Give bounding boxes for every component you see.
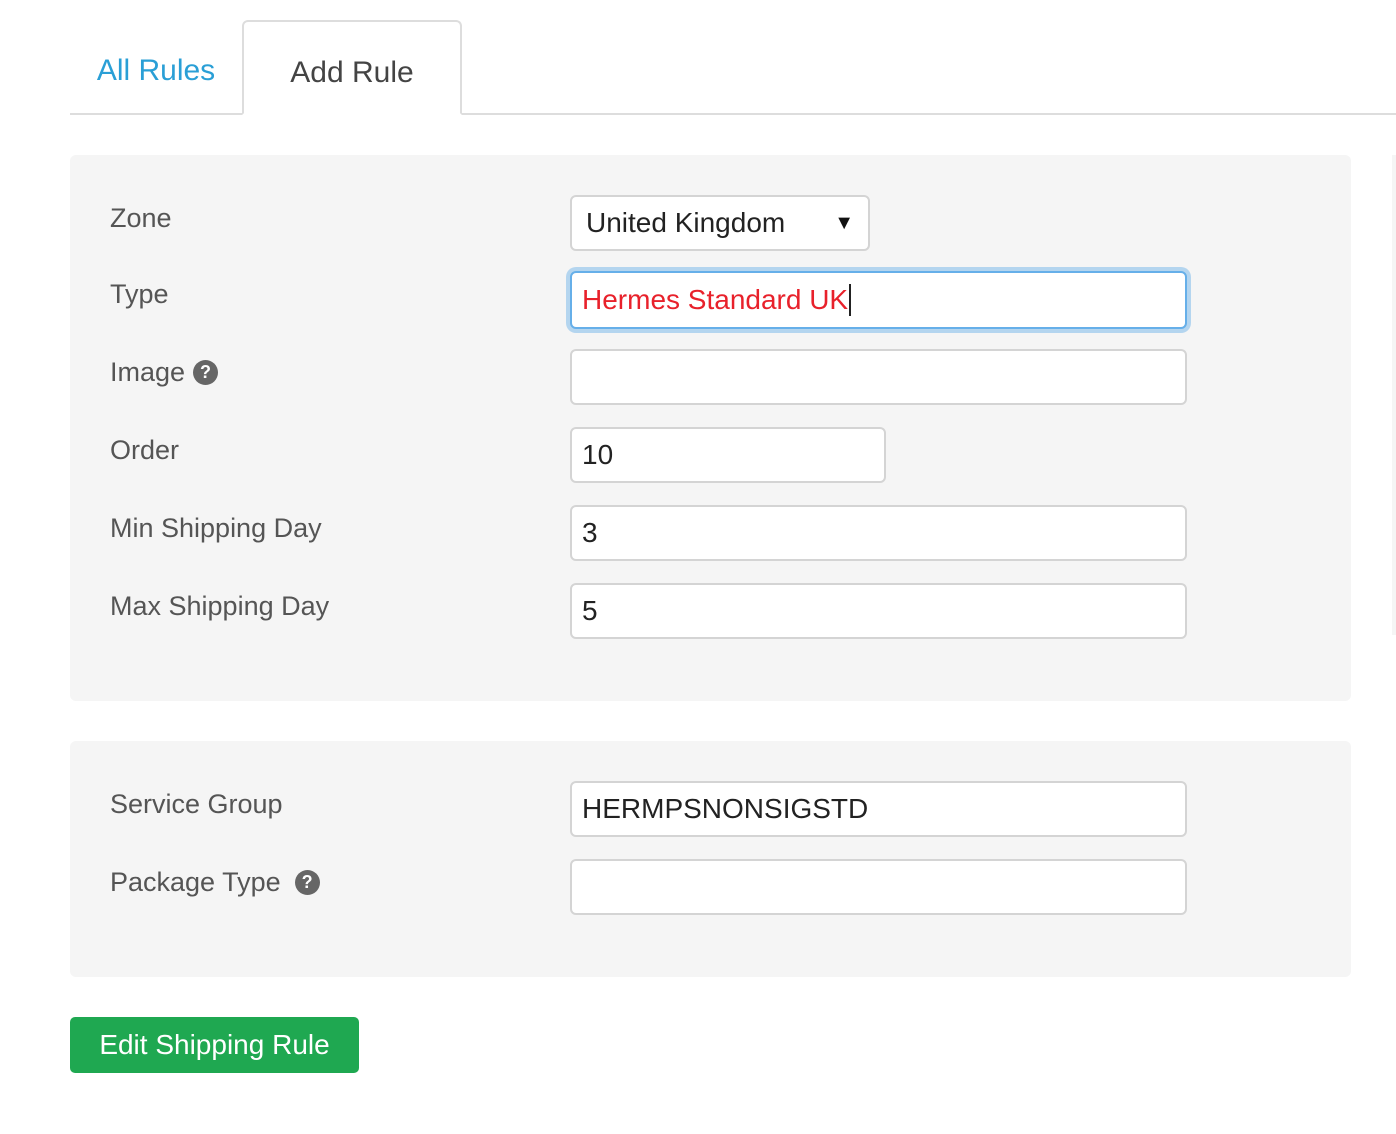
order-input[interactable]: 10 xyxy=(570,427,886,483)
service-group-label: Service Group xyxy=(110,789,283,820)
max-shipping-day-row: Max Shipping Day 5 xyxy=(70,583,1351,643)
service-group-label-text: Service Group xyxy=(110,789,283,819)
tab-all-rules[interactable]: All Rules xyxy=(70,20,242,115)
package-type-label-text: Package Type xyxy=(110,867,281,897)
chevron-down-icon: ▼ xyxy=(834,211,854,234)
zone-select[interactable]: United Kingdom ▼ xyxy=(570,195,870,251)
service-group-input[interactable]: HERMPSNONSIGSTD xyxy=(570,781,1187,837)
max-shipping-day-input-value: 5 xyxy=(582,595,598,626)
type-label: Type xyxy=(110,279,169,310)
max-shipping-day-input[interactable]: 5 xyxy=(570,583,1187,639)
package-type-label: Package Type ? xyxy=(110,867,320,898)
text-caret xyxy=(849,284,852,316)
type-input-value: Hermes Standard UK xyxy=(582,284,849,315)
zone-select-value: United Kingdom xyxy=(586,207,786,238)
help-icon[interactable]: ? xyxy=(193,360,219,385)
rule-details-panel: Zone United Kingdom ▼ Type Hermes Standa… xyxy=(70,155,1351,701)
type-label-text: Type xyxy=(110,279,169,309)
min-shipping-day-input[interactable]: 3 xyxy=(570,505,1187,561)
zone-label-text: Zone xyxy=(110,203,172,233)
zone-label: Zone xyxy=(110,203,172,234)
image-label: Image ? xyxy=(110,357,219,388)
type-row: Type Hermes Standard UK xyxy=(70,271,1351,331)
order-row: Order 10 xyxy=(70,427,1351,487)
min-shipping-day-label-text: Min Shipping Day xyxy=(110,513,322,543)
order-label-text: Order xyxy=(110,435,180,465)
tab-add-rule[interactable]: Add Rule xyxy=(242,20,462,115)
zone-row: Zone United Kingdom ▼ xyxy=(70,195,1351,255)
service-panel: Service Group HERMPSNONSIGSTD Package Ty… xyxy=(70,741,1351,977)
right-panel-edge xyxy=(1392,155,1396,635)
max-shipping-day-label-text: Max Shipping Day xyxy=(110,591,330,621)
min-shipping-day-row: Min Shipping Day 3 xyxy=(70,505,1351,565)
service-group-row: Service Group HERMPSNONSIGSTD xyxy=(70,781,1351,841)
help-icon[interactable]: ? xyxy=(294,870,320,895)
page: All Rules Add Rule Zone United Kingdom ▼… xyxy=(0,0,1396,1134)
tab-bar: All Rules Add Rule xyxy=(70,20,1396,115)
service-group-input-value: HERMPSNONSIGSTD xyxy=(582,793,869,824)
type-input[interactable]: Hermes Standard UK xyxy=(570,271,1187,329)
min-shipping-day-input-value: 3 xyxy=(582,517,598,548)
max-shipping-day-label: Max Shipping Day xyxy=(110,591,329,622)
edit-shipping-rule-button[interactable]: Edit Shipping Rule xyxy=(70,1017,359,1073)
min-shipping-day-label: Min Shipping Day xyxy=(110,513,322,544)
image-label-text: Image xyxy=(110,357,186,387)
package-type-row: Package Type ? xyxy=(70,859,1351,919)
package-type-input[interactable] xyxy=(570,859,1187,915)
image-input[interactable] xyxy=(570,349,1187,405)
order-input-value: 10 xyxy=(582,439,614,470)
image-row: Image ? xyxy=(70,349,1351,409)
order-label: Order xyxy=(110,435,179,466)
